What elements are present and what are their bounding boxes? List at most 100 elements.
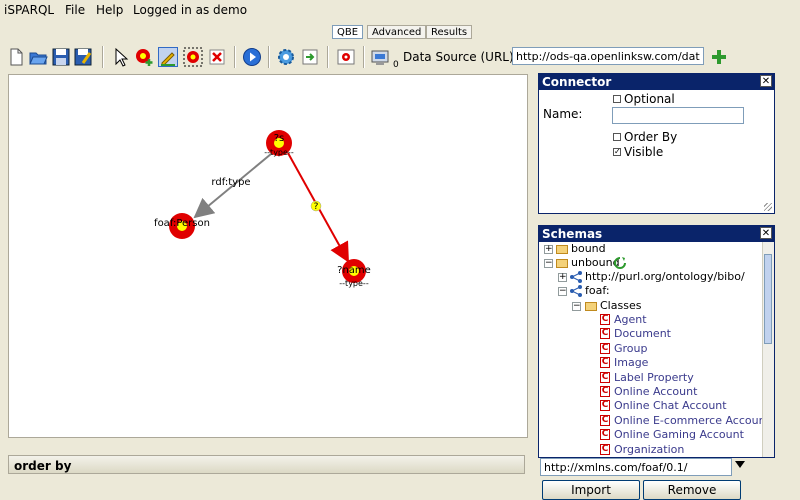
query-canvas[interactable]: rdf:type ?s --type-- foaf:Person ?name -… — [8, 74, 528, 438]
visible-checkbox[interactable]: ✓ — [613, 148, 621, 156]
class-label[interactable]: Online E-commerce Account — [614, 414, 770, 427]
class-icon: C — [600, 371, 610, 383]
collapse-icon[interactable]: − — [544, 259, 553, 268]
tree-item-class[interactable]: C Online Gaming Account — [539, 428, 759, 442]
tree-item-class[interactable]: C Agent — [539, 313, 759, 327]
close-icon[interactable]: ✕ — [760, 75, 772, 87]
class-label[interactable]: Agent — [614, 313, 647, 326]
schemas-scrollbar[interactable] — [762, 242, 774, 457]
folder-open-icon — [556, 259, 568, 268]
refresh-icon[interactable] — [614, 257, 626, 269]
collapse-icon[interactable]: − — [572, 302, 581, 311]
import-button[interactable]: Import — [542, 480, 640, 500]
dropdown-arrow-icon[interactable] — [735, 461, 745, 469]
class-icon: C — [600, 386, 610, 397]
toolbar-separator — [102, 46, 104, 68]
connector-midpoint-label: ? — [314, 202, 319, 212]
schemas-title: Schemas — [542, 227, 603, 241]
load-icon[interactable] — [336, 47, 356, 67]
schema-icon — [570, 285, 582, 297]
edit-icon[interactable] — [158, 47, 178, 67]
menubar: iSPARQL File Help Logged in as demo — [0, 0, 800, 22]
class-label[interactable]: Document — [614, 327, 671, 340]
tab-advanced[interactable]: Advanced — [367, 25, 427, 39]
run-icon[interactable] — [242, 47, 262, 67]
connector-panel: Connector ✕ Optional Name: Order By ✓ Vi… — [538, 73, 775, 214]
settings-icon[interactable] — [276, 47, 296, 67]
expand-icon[interactable]: + — [544, 245, 553, 254]
schema-icon — [570, 271, 582, 283]
tab-qbe[interactable]: QBE — [332, 25, 364, 39]
pointer-icon[interactable] — [110, 47, 130, 67]
schema-url-input[interactable] — [540, 458, 732, 476]
class-label[interactable]: Online Gaming Account — [614, 428, 744, 441]
tree-item-foaf[interactable]: − foaf: — [539, 284, 759, 298]
save-as-icon[interactable] — [73, 47, 93, 67]
class-label[interactable]: Online Account — [614, 385, 697, 398]
remove-button[interactable]: Remove — [643, 480, 741, 500]
class-label[interactable]: Online Chat Account — [614, 399, 727, 412]
node-name-type: --type-- — [339, 279, 369, 288]
scrollbar-thumb[interactable] — [764, 254, 772, 344]
add-node-icon[interactable] — [134, 47, 154, 67]
toolbar-separator — [268, 46, 270, 68]
node-name[interactable]: ?name --type-- — [337, 259, 371, 288]
tab-results[interactable]: Results — [426, 25, 473, 39]
tree-item-bound[interactable]: + bound — [539, 242, 759, 256]
node-name-label: ?name — [337, 265, 371, 276]
select-node-icon[interactable] — [183, 47, 203, 67]
schemas-title-bar: Schemas ✕ — [539, 226, 774, 242]
folder-open-icon — [585, 302, 597, 311]
tree-item-unbound[interactable]: − unbound — [539, 256, 759, 270]
tree-item-class[interactable]: C Group — [539, 342, 759, 356]
tree-item-class[interactable]: C Document — [539, 327, 759, 341]
tree-item-class[interactable]: C Online E-commerce Account — [539, 414, 770, 428]
query-graph: rdf:type ?s --type-- foaf:Person ?name -… — [154, 130, 371, 288]
add-datasource-icon[interactable] — [710, 48, 730, 68]
new-file-icon[interactable] — [6, 47, 26, 67]
delete-icon[interactable] — [207, 47, 227, 67]
class-icon: C — [600, 400, 610, 412]
tree-item-class[interactable]: C Online Chat Account — [539, 399, 759, 413]
datasources-icon[interactable] — [370, 47, 390, 67]
class-icon: C — [600, 414, 610, 426]
class-label[interactable]: Image — [614, 356, 648, 369]
order-by-checkbox[interactable] — [613, 133, 621, 141]
edge-label-rdf-type: rdf:type — [211, 177, 250, 188]
toolbar-separator — [363, 46, 365, 68]
class-label[interactable]: Organization — [614, 443, 684, 456]
resize-grip[interactable] — [764, 203, 772, 211]
class-icon: C — [600, 342, 610, 354]
tree-label: bound — [571, 242, 606, 255]
tree-item-class[interactable]: C Image — [539, 356, 759, 370]
optional-checkbox[interactable] — [613, 95, 621, 103]
data-source-input[interactable] — [512, 47, 704, 65]
close-icon[interactable]: ✕ — [760, 227, 772, 239]
node-s[interactable]: ?s --type-- — [264, 130, 294, 157]
tree-item-classes[interactable]: − Classes — [539, 299, 759, 313]
menu-file[interactable]: File — [65, 3, 85, 17]
class-icon: C — [600, 357, 610, 369]
save-icon[interactable] — [51, 47, 71, 67]
export-icon[interactable] — [300, 47, 320, 67]
tree-label: Classes — [600, 299, 642, 312]
open-folder-icon[interactable] — [28, 47, 48, 67]
class-label[interactable]: Group — [614, 342, 648, 355]
class-label[interactable]: Label Property — [614, 371, 694, 384]
folder-icon — [556, 245, 568, 254]
toolbar-separator — [234, 46, 236, 68]
connector-title: Connector — [542, 75, 612, 89]
schemas-panel: Schemas ✕ + bound − unbound + http://pur… — [538, 225, 775, 458]
order-by-bar[interactable]: order by — [8, 455, 525, 474]
tree-item-class[interactable]: C Online Account — [539, 385, 759, 399]
collapse-icon[interactable]: − — [558, 287, 567, 296]
menu-help[interactable]: Help — [96, 3, 123, 17]
node-foaf-person[interactable]: foaf:Person — [154, 213, 210, 239]
tree-item-bibo[interactable]: + http://purl.org/ontology/bibo/ — [539, 270, 759, 284]
menu-isparql[interactable]: iSPARQL — [4, 3, 54, 17]
tree-item-class[interactable]: C Organization — [539, 443, 759, 457]
expand-icon[interactable]: + — [558, 273, 567, 282]
tree-item-class[interactable]: C Label Property — [539, 371, 759, 385]
tree-label: foaf: — [585, 284, 610, 297]
name-input[interactable] — [612, 107, 744, 124]
